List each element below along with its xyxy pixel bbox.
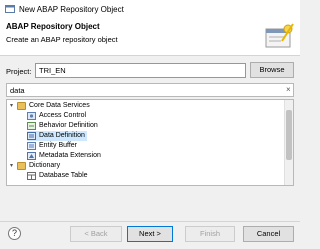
tree-item-label: Core Data Services xyxy=(29,102,90,109)
behavior-definition-icon xyxy=(27,122,36,130)
wizard-header: ABAP Repository Object Create an ABAP re… xyxy=(0,18,300,56)
access-control-icon xyxy=(27,112,36,120)
window-titlebar: New ABAP Repository Object xyxy=(0,0,300,18)
page-subtitle: Create an ABAP repository object xyxy=(6,35,118,44)
window-title: New ABAP Repository Object xyxy=(19,5,124,14)
tree-item-entity-buffer[interactable]: Entity Buffer xyxy=(27,141,77,151)
filter-input[interactable]: data xyxy=(6,83,294,97)
data-definition-icon xyxy=(27,132,36,140)
tree-item-label: Entity Buffer xyxy=(39,142,78,149)
tree-item-label: Behavior Definition xyxy=(39,122,98,129)
wizard-banner-icon xyxy=(265,23,294,48)
tree-item-data-definition[interactable]: Data Definition xyxy=(27,131,87,141)
tree-item-label: Access Control xyxy=(39,112,87,119)
database-table-icon xyxy=(27,172,36,180)
help-icon[interactable]: ? xyxy=(8,227,21,240)
tree-item-label: Metadata Extension xyxy=(39,152,101,159)
next-button[interactable]: Next > xyxy=(127,226,173,242)
project-input[interactable]: TRI_EN xyxy=(35,63,246,78)
tree-item-label: Database Table xyxy=(39,172,88,179)
cancel-button[interactable]: Cancel xyxy=(243,226,294,242)
tree-item-label: Dictionary xyxy=(29,162,61,169)
object-type-tree[interactable]: ▾ Core Data Services Access Control Beha… xyxy=(6,99,294,186)
tree-item-label: Data Definition xyxy=(39,132,85,139)
clear-filter-icon[interactable]: × xyxy=(286,83,291,97)
tree-item-database-table[interactable]: Database Table xyxy=(27,171,88,181)
scrollbar-thumb[interactable] xyxy=(286,110,292,160)
tree-item-dictionary[interactable]: ▾ Dictionary xyxy=(10,161,60,171)
tree-item-core-data-services[interactable]: ▾ Core Data Services xyxy=(10,101,90,111)
metadata-extension-icon xyxy=(27,152,36,160)
project-label: Project: xyxy=(6,67,32,76)
tree-item-behavior-definition[interactable]: Behavior Definition xyxy=(27,121,98,131)
folder-icon xyxy=(17,102,26,110)
chevron-down-icon[interactable]: ▾ xyxy=(10,161,17,171)
entity-buffer-icon xyxy=(27,142,36,150)
browse-button[interactable]: Browse xyxy=(250,62,294,78)
tree-item-metadata-extension[interactable]: Metadata Extension xyxy=(27,151,101,161)
folder-icon xyxy=(17,162,26,170)
chevron-down-icon[interactable]: ▾ xyxy=(10,101,17,111)
finish-button[interactable]: Finish xyxy=(185,226,235,242)
tree-scrollbar[interactable] xyxy=(284,100,293,185)
tree-item-access-control[interactable]: Access Control xyxy=(27,111,86,121)
app-icon xyxy=(5,5,15,13)
page-title: ABAP Repository Object xyxy=(6,22,100,31)
back-button[interactable]: < Back xyxy=(70,226,122,242)
